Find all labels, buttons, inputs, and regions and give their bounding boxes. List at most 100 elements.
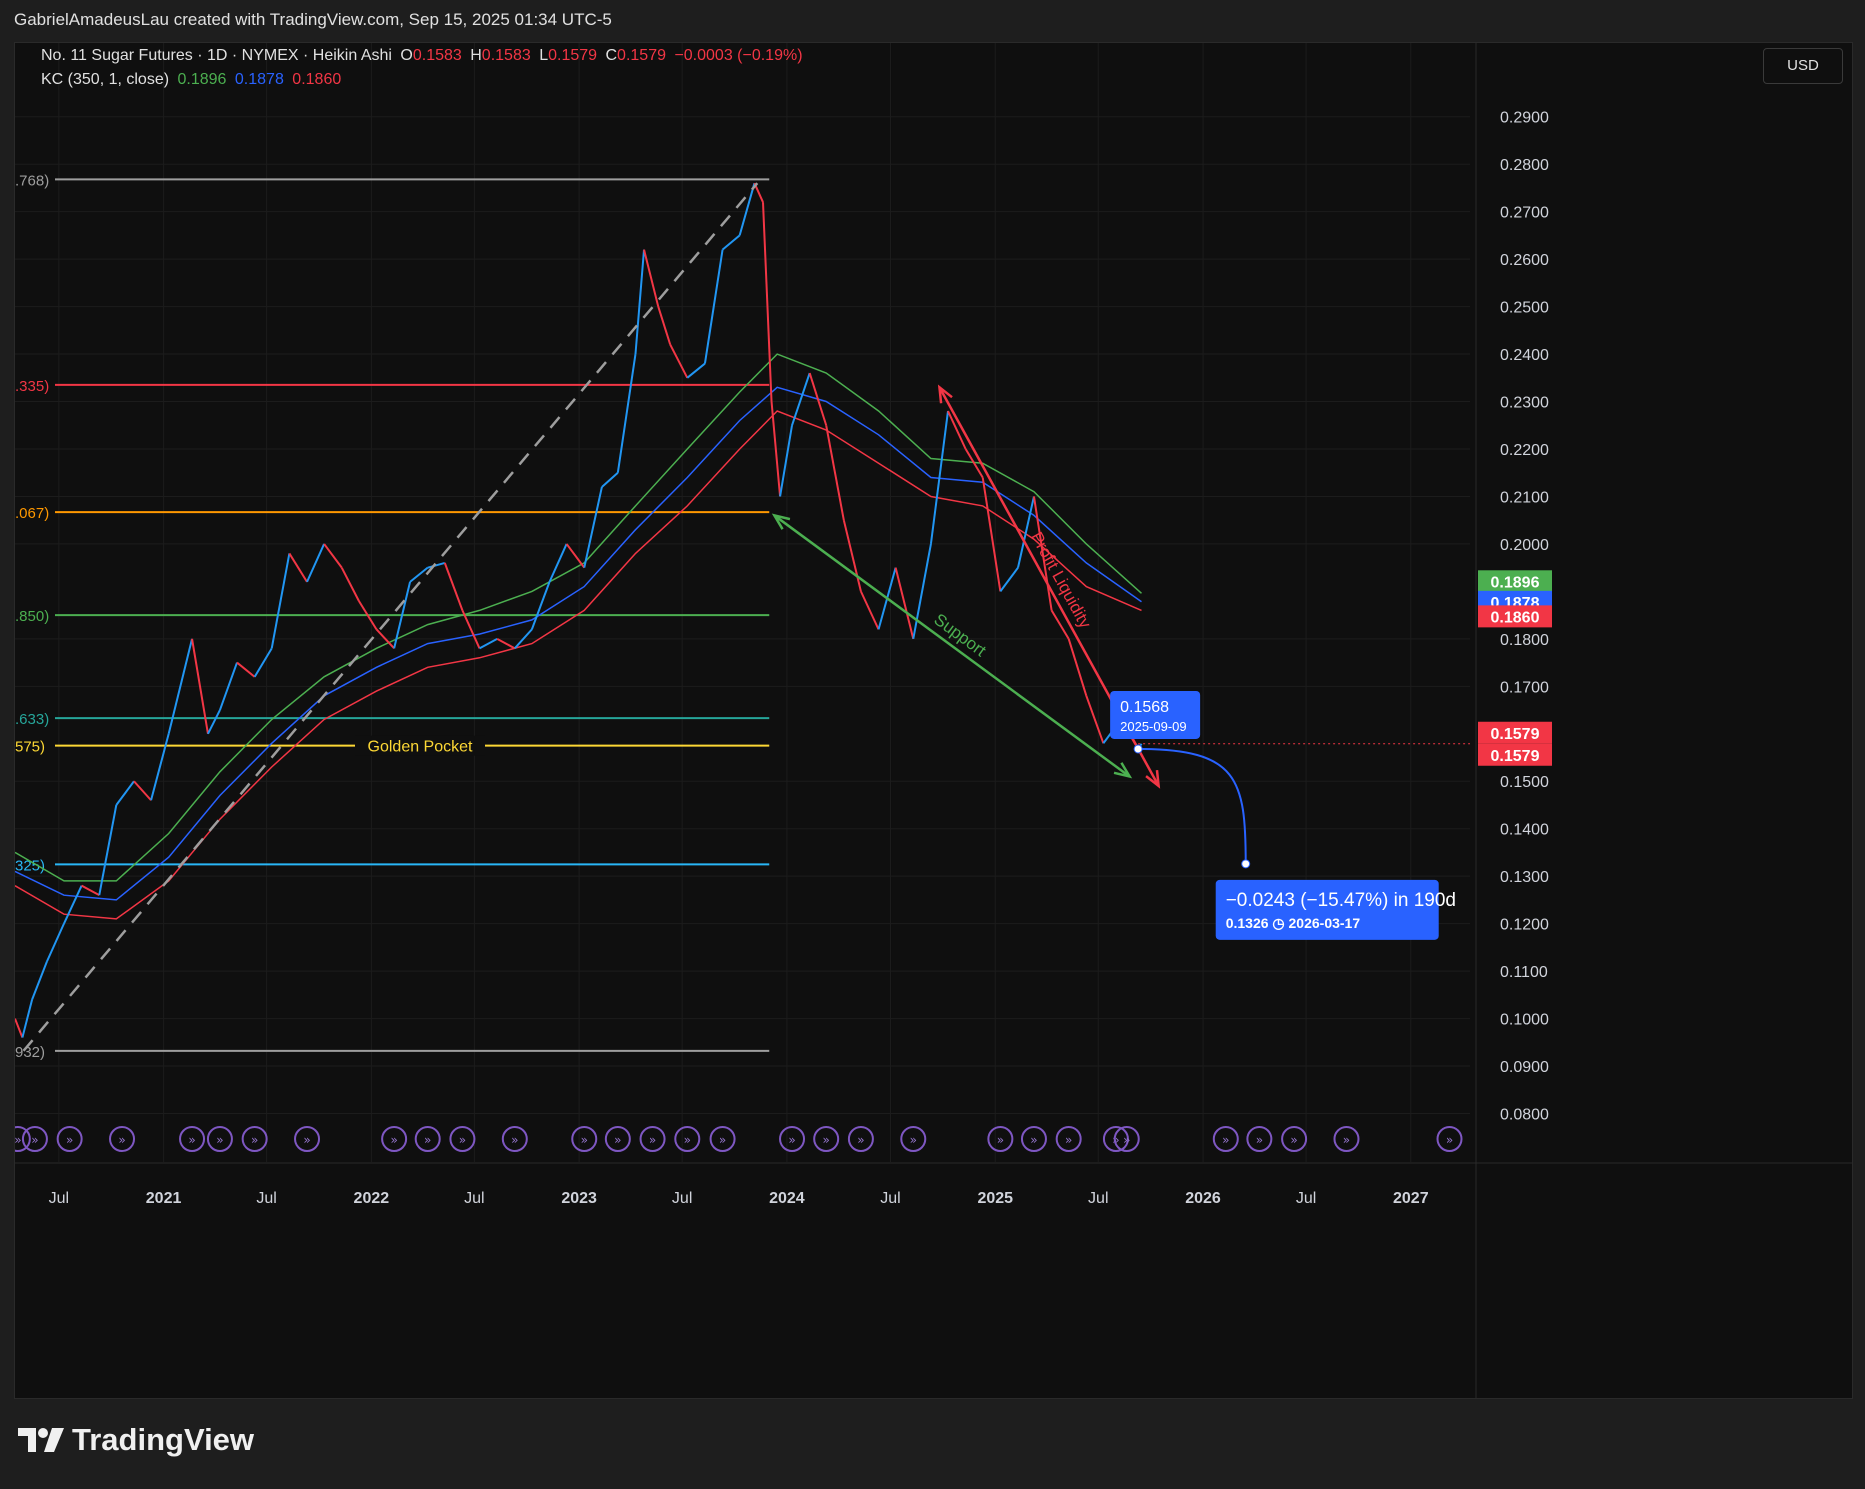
y-tick-label: 0.0900 [1500, 1059, 1549, 1076]
kc-lower-band [15, 410, 1142, 920]
y-tick-label: 0.1700 [1500, 679, 1549, 696]
projection-result-change: −0.0243 (−15.47%) in 190d [1226, 890, 1456, 911]
x-tick-label: 2027 [1393, 1190, 1429, 1207]
x-tick-label: 2021 [146, 1190, 182, 1207]
event-marker-glyph: » [719, 1133, 726, 1147]
symbol-legend: No. 11 Sugar Futures · 1D · NYMEX · Heik… [41, 47, 807, 65]
fib-level-label: 932) [15, 1044, 45, 1061]
price-segment [443, 562, 464, 611]
x-tick-label: 2025 [977, 1190, 1013, 1207]
chart-area[interactable]: 0.2900 0.2800 0.2700 0.2600 0.2500 0.2400 0.23… [14, 42, 1853, 1399]
fib-level-label: .633) [15, 711, 49, 728]
x-tick-label: Jul [256, 1190, 276, 1207]
event-marker-glyph: » [66, 1133, 73, 1147]
event-marker-glyph: » [788, 1133, 795, 1147]
price-segment [779, 425, 794, 497]
y-tick-label: 0.2000 [1500, 537, 1549, 554]
price-segment [270, 553, 291, 649]
event-marker-glyph: » [31, 1133, 38, 1147]
price-segment [583, 486, 603, 568]
price-segment [45, 923, 65, 963]
event-marker-glyph: » [1290, 1133, 1297, 1147]
price-segment [479, 637, 498, 650]
y-tick-label: 0.0800 [1500, 1107, 1549, 1124]
event-marker-glyph: » [459, 1133, 466, 1147]
event-marker-glyph: » [251, 1133, 258, 1147]
low-label: L [539, 47, 549, 64]
price-segment [323, 543, 343, 569]
event-marker-glyph: » [684, 1133, 691, 1147]
event-marker-glyph: » [511, 1133, 518, 1147]
price-segment [738, 182, 756, 236]
y-tick-label: 0.2300 [1500, 395, 1549, 412]
y-tick-label: 0.1300 [1500, 869, 1549, 886]
tradingview-logo-icon [18, 1428, 64, 1452]
price-segment [427, 561, 446, 569]
event-marker-glyph: » [823, 1133, 830, 1147]
event-marker-glyph: » [1343, 1133, 1350, 1147]
price-segment [81, 884, 100, 897]
price-segment [207, 709, 221, 735]
price-chart-svg[interactable]: 0.2900 0.2800 0.2700 0.2600 0.2500 0.2400 0.23… [15, 43, 1852, 1398]
fib-level-label: .067) [15, 505, 49, 522]
projection-end-dot [1241, 859, 1251, 869]
event-marker-glyph: » [581, 1133, 588, 1147]
price-segment [133, 780, 152, 801]
price-segment [150, 733, 170, 801]
high-value: 0.1583 [481, 47, 531, 64]
x-tick-label: 2024 [769, 1190, 805, 1207]
price-segment [1085, 695, 1105, 744]
price-segment [115, 780, 135, 806]
golden-pocket-label: Golden Pocket [368, 739, 474, 756]
price-segment [686, 362, 706, 379]
event-marker-glyph: » [910, 1133, 917, 1147]
price-segment [894, 567, 915, 640]
event-marker-glyph: » [1065, 1133, 1072, 1147]
y-tick-label: 0.1800 [1500, 632, 1549, 649]
low-value: 0.1579 [548, 47, 598, 64]
fib-level-label: .335) [15, 378, 49, 395]
x-tick-label: 2026 [1185, 1190, 1221, 1207]
y-tick-label: 0.1500 [1500, 774, 1549, 791]
price-segment [601, 471, 619, 488]
price-segment [236, 661, 256, 678]
event-marker-glyph: » [188, 1133, 195, 1147]
price-segment [63, 885, 83, 925]
price-axis-label: 0.1896 [1491, 574, 1540, 591]
event-marker-glyph: » [1256, 1133, 1263, 1147]
projection-start-price: 0.1568 [1120, 699, 1169, 716]
projection-result-details: 0.1326 ◷ 2026-03-17 [1226, 915, 1361, 931]
close-label: C [605, 47, 618, 64]
event-marker-glyph: » [390, 1133, 397, 1147]
event-marker-glyph: » [1222, 1133, 1229, 1147]
event-marker-glyph: » [15, 1133, 22, 1147]
price-segment [634, 249, 646, 355]
kc-upper-band [15, 353, 1143, 882]
fib-level-label: .768) [15, 172, 49, 189]
price-segment [808, 372, 828, 426]
y-tick-label: 0.2600 [1500, 252, 1549, 269]
close-value: 0.1579 [617, 47, 666, 64]
price-segment [616, 353, 637, 473]
event-marker-glyph: » [1030, 1133, 1037, 1147]
fib-level-label: 575) [15, 739, 45, 756]
y-tick-label: 0.2400 [1500, 347, 1549, 364]
x-tick-label: Jul [464, 1190, 484, 1207]
y-tick-label: 0.1200 [1500, 917, 1549, 934]
price-segment [643, 249, 660, 307]
kc-lower-value: 0.1860 [292, 71, 342, 88]
price-segment [859, 590, 880, 630]
tradingview-logo[interactable]: TradingView [18, 1422, 254, 1458]
event-marker-glyph: » [303, 1133, 310, 1147]
price-segment [842, 519, 862, 592]
currency-button[interactable]: USD [1763, 48, 1843, 84]
price-segment [657, 306, 672, 345]
event-marker-glyph: » [216, 1133, 223, 1147]
x-tick-label: 2023 [561, 1190, 597, 1207]
x-tick-label: Jul [672, 1190, 692, 1207]
price-axis-label: 0.1579 [1491, 748, 1540, 765]
event-marker-glyph: » [997, 1133, 1004, 1147]
kc-mid-value: 0.1878 [234, 71, 284, 88]
kc-legend: KC (350, 1, close) 0.1896 0.1878 0.1860 [41, 71, 345, 89]
change-value: −0.0003 (−0.19%) [674, 47, 803, 64]
